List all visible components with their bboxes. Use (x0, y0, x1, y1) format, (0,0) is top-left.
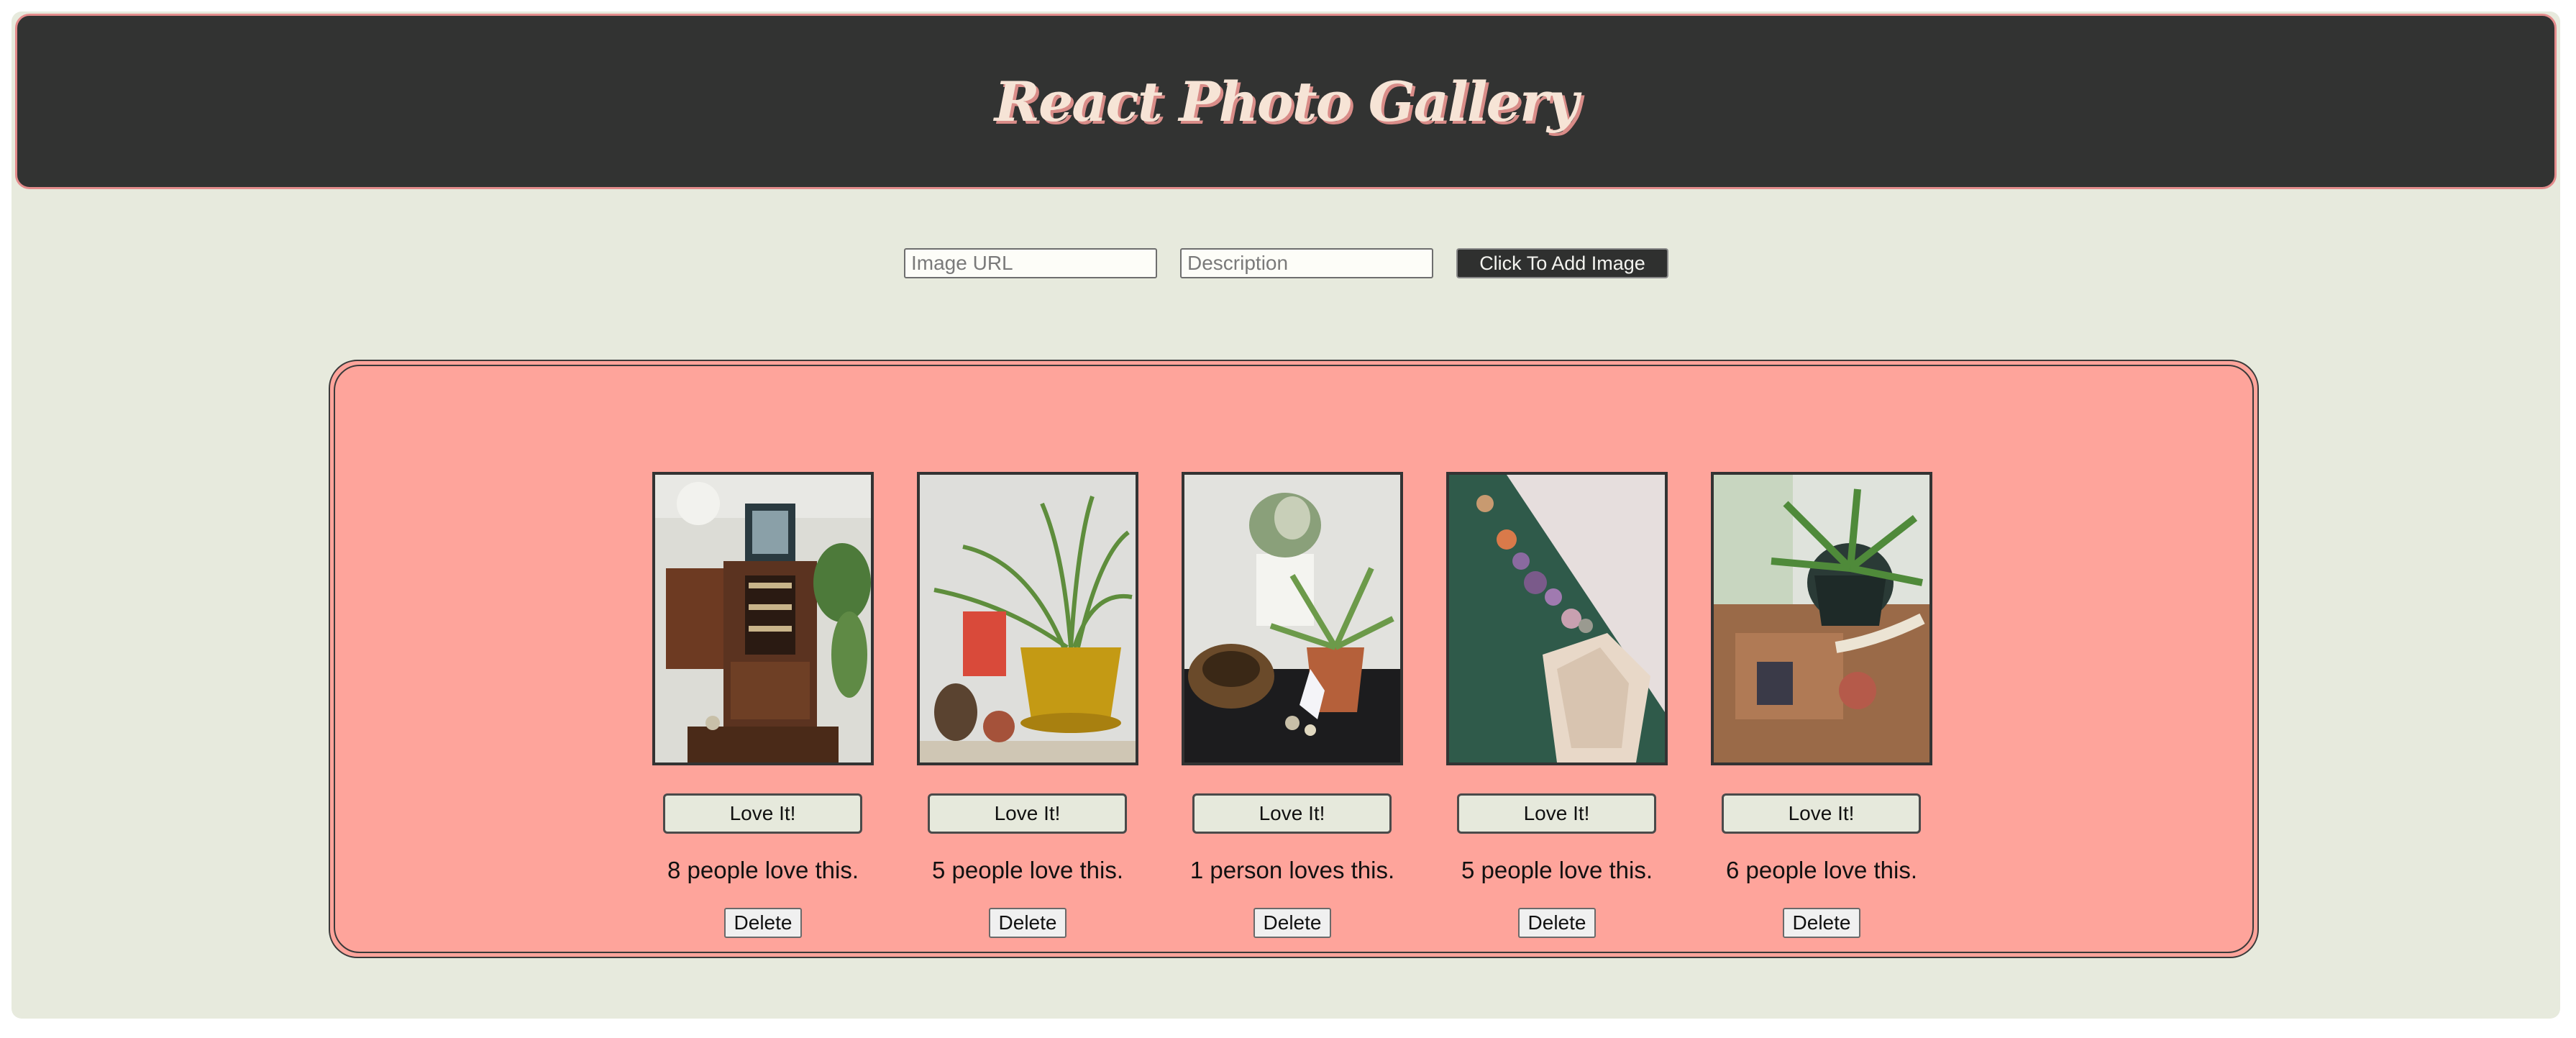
photo-image-yellow-pot[interactable] (917, 472, 1138, 765)
image-url-input[interactable] (904, 248, 1157, 278)
love-count-text: 1 person loves this. (1189, 857, 1395, 883)
header-bar: React Photo Gallery (15, 14, 2557, 189)
add-image-form: Click To Add Image (12, 248, 2560, 280)
delete-button[interactable]: Delete (1518, 908, 1596, 938)
delete-button[interactable]: Delete (1783, 908, 1860, 938)
app-container: React Photo Gallery Click To Add Image (12, 12, 2560, 1019)
love-it-button[interactable]: Love It! (1722, 793, 1921, 834)
love-it-button[interactable]: Love It! (1457, 793, 1656, 834)
love-count-text: 8 people love this. (667, 857, 859, 883)
love-count-text: 5 people love this. (931, 857, 1123, 883)
love-count-text: 6 people love this. (1725, 857, 1917, 883)
love-it-button[interactable]: Love It! (1192, 793, 1392, 834)
delete-button[interactable]: Delete (724, 908, 802, 938)
add-image-button[interactable]: Click To Add Image (1456, 248, 1668, 278)
photo-image-cabinet[interactable] (652, 472, 874, 765)
love-it-button[interactable]: Love It! (928, 793, 1127, 834)
description-input[interactable] (1180, 248, 1433, 278)
gallery-frame: Love It! 8 people love this. Delete Love… (334, 365, 2254, 953)
photo-image-antler[interactable] (1711, 472, 1932, 765)
love-count-text: 5 people love this. (1461, 857, 1653, 883)
gallery-panel: Love It! 8 people love this. Delete Love… (329, 360, 2259, 958)
delete-button[interactable]: Delete (1253, 908, 1331, 938)
love-it-button[interactable]: Love It! (663, 793, 862, 834)
photo-image-stones[interactable] (1446, 472, 1668, 765)
page-title: React Photo Gallery (994, 69, 1579, 134)
delete-button[interactable]: Delete (989, 908, 1067, 938)
photo-image-nest[interactable] (1182, 472, 1403, 765)
